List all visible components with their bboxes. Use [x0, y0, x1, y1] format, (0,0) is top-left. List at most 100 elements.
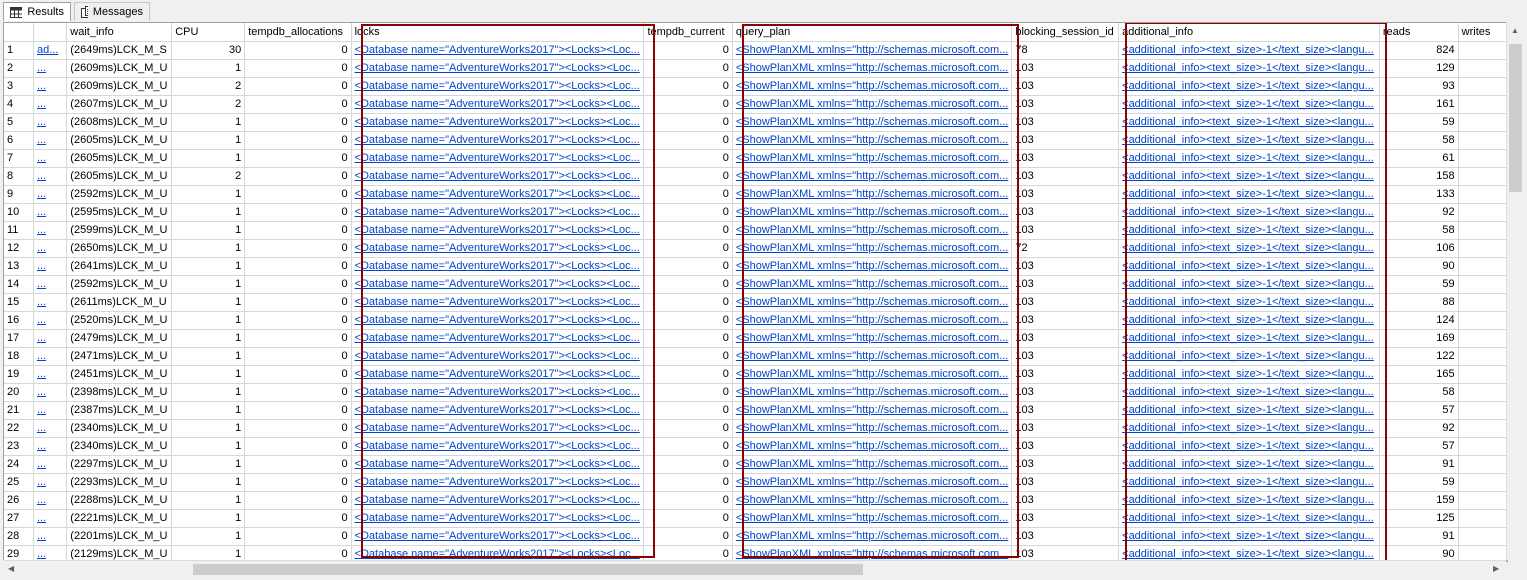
additional-info-link[interactable]: <additional_info><text_size>-1</text_siz…: [1122, 314, 1374, 326]
additional-info-link[interactable]: <additional_info><text_size>-1</text_siz…: [1122, 44, 1374, 56]
cpu-cell[interactable]: 1: [171, 131, 246, 150]
locks-link[interactable]: <Database name="AdventureWorks2017"><Loc…: [355, 62, 640, 74]
table-row[interactable]: 25... (2293ms)LCK_M_U 1 0 <Database name="Ad…: [4, 473, 1507, 492]
table-row[interactable]: 1 ad... (2649ms)LCK_M_S 30 0 <Database name="…: [4, 41, 1507, 60]
tempdb-current-cell[interactable]: 0: [643, 149, 733, 168]
locks-link[interactable]: <Database name="AdventureWorks2017"><Loc…: [355, 512, 640, 524]
tempdb-allocations-cell[interactable]: 0: [244, 401, 352, 420]
sql-text-link[interactable]: ...: [37, 314, 46, 326]
blocking-session-id-header[interactable]: blocking_session_id: [1011, 23, 1120, 42]
table-row[interactable]: 28... (2201ms)LCK_M_U 1 0 <Database name="Ad…: [4, 527, 1507, 546]
tempdb-allocations-cell[interactable]: 0: [244, 185, 352, 204]
tab-messages[interactable]: Messages: [74, 2, 150, 21]
additional-info-link[interactable]: <additional_info><text_size>-1</text_siz…: [1122, 458, 1374, 470]
additional-info-cell[interactable]: <additional_info><text_size>-1</text_siz…: [1118, 149, 1380, 168]
additional-info-link[interactable]: <additional_info><text_size>-1</text_siz…: [1122, 368, 1374, 380]
locks-link[interactable]: <Database name="AdventureWorks2017"><Loc…: [355, 98, 640, 110]
blocking-session-id-cell[interactable]: 103: [1011, 509, 1120, 528]
table-row[interactable]: 22... (2340ms)LCK_M_U 1 0 <Database name="Ad…: [4, 419, 1507, 438]
tempdb-current-cell[interactable]: 0: [643, 437, 733, 456]
locks-cell[interactable]: <Database name="AdventureWorks2017"><Loc…: [351, 167, 645, 186]
wait-info-cell[interactable]: (2611ms)LCK_M_U: [66, 293, 173, 312]
additional-info-link[interactable]: <additional_info><text_size>-1</text_siz…: [1122, 512, 1374, 524]
additional-info-link[interactable]: <additional_info><text_size>-1</text_siz…: [1122, 350, 1374, 362]
writes-cell[interactable]: [1458, 491, 1507, 510]
table-row[interactable]: 13... (2641ms)LCK_M_U 1 0 <Database name="Ad…: [4, 257, 1507, 276]
additional-info-link[interactable]: <additional_info><text_size>-1</text_siz…: [1122, 440, 1374, 452]
row-number-cell[interactable]: 22: [4, 419, 34, 438]
additional-info-cell[interactable]: <additional_info><text_size>-1</text_siz…: [1118, 455, 1380, 474]
locks-link[interactable]: <Database name="AdventureWorks2017"><Loc…: [355, 494, 640, 506]
sql-text-cell[interactable]: ...: [33, 383, 68, 402]
sql-text-link[interactable]: ...: [37, 260, 46, 272]
table-row[interactable]: 19... (2451ms)LCK_M_U 1 0 <Database name="Ad…: [4, 365, 1507, 384]
query-plan-cell[interactable]: <ShowPlanXML xmlns="http://schemas.micro…: [732, 329, 1013, 348]
reads-cell[interactable]: 169: [1379, 329, 1459, 348]
reads-cell[interactable]: 61: [1379, 149, 1459, 168]
sql-text-cell[interactable]: ...: [33, 149, 68, 168]
locks-cell[interactable]: <Database name="AdventureWorks2017"><Loc…: [351, 455, 645, 474]
query-plan-cell[interactable]: <ShowPlanXML xmlns="http://schemas.micro…: [732, 311, 1013, 330]
row-number-header[interactable]: [4, 23, 34, 42]
row-number-cell[interactable]: 12: [4, 239, 34, 258]
row-number-cell[interactable]: 19: [4, 365, 34, 384]
locks-cell[interactable]: <Database name="AdventureWorks2017"><Loc…: [351, 509, 645, 528]
tempdb-current-cell[interactable]: 0: [643, 95, 733, 114]
locks-link[interactable]: <Database name="AdventureWorks2017"><Loc…: [355, 422, 640, 434]
additional-info-link[interactable]: <additional_info><text_size>-1</text_siz…: [1122, 260, 1374, 272]
row-number-cell[interactable]: 4: [4, 95, 34, 114]
additional-info-cell[interactable]: <additional_info><text_size>-1</text_siz…: [1118, 257, 1380, 276]
additional-info-link[interactable]: <additional_info><text_size>-1</text_siz…: [1122, 188, 1374, 200]
locks-cell[interactable]: <Database name="AdventureWorks2017"><Loc…: [351, 221, 645, 240]
additional-info-cell[interactable]: <additional_info><text_size>-1</text_siz…: [1118, 347, 1380, 366]
reads-cell[interactable]: 92: [1379, 203, 1459, 222]
tempdb-allocations-cell[interactable]: 0: [244, 473, 352, 492]
locks-cell[interactable]: <Database name="AdventureWorks2017"><Loc…: [351, 113, 645, 132]
sql-text-cell[interactable]: ...: [33, 239, 68, 258]
table-row[interactable]: 9... (2592ms)LCK_M_U 1 0 <Database name="Adv…: [4, 185, 1507, 204]
locks-link[interactable]: <Database name="AdventureWorks2017"><Loc…: [355, 386, 640, 398]
locks-cell[interactable]: <Database name="AdventureWorks2017"><Loc…: [351, 185, 645, 204]
cpu-cell[interactable]: 1: [171, 383, 246, 402]
tempdb-current-cell[interactable]: 0: [643, 41, 733, 60]
tempdb-allocations-cell[interactable]: 0: [244, 275, 352, 294]
blocking-session-id-cell[interactable]: 103: [1011, 293, 1120, 312]
wait-info-cell[interactable]: (2649ms)LCK_M_S: [66, 41, 173, 60]
reads-cell[interactable]: 59: [1379, 113, 1459, 132]
reads-cell[interactable]: 161: [1379, 95, 1459, 114]
writes-cell[interactable]: [1458, 509, 1507, 528]
query-plan-cell[interactable]: <ShowPlanXML xmlns="http://schemas.micro…: [732, 41, 1013, 60]
tempdb-current-cell[interactable]: 0: [643, 491, 733, 510]
row-number-cell[interactable]: 23: [4, 437, 34, 456]
query-plan-cell[interactable]: <ShowPlanXML xmlns="http://schemas.micro…: [732, 527, 1013, 546]
sql-text-link[interactable]: ...: [37, 530, 46, 542]
query-plan-cell[interactable]: <ShowPlanXML xmlns="http://schemas.micro…: [732, 95, 1013, 114]
writes-cell[interactable]: [1458, 113, 1507, 132]
cpu-cell[interactable]: 1: [171, 437, 246, 456]
cpu-cell[interactable]: 1: [171, 59, 246, 78]
sql-text-link[interactable]: ...: [37, 440, 46, 452]
locks-link[interactable]: <Database name="AdventureWorks2017"><Loc…: [355, 206, 640, 218]
reads-cell[interactable]: 159: [1379, 491, 1459, 510]
locks-cell[interactable]: <Database name="AdventureWorks2017"><Loc…: [351, 257, 645, 276]
reads-cell[interactable]: 57: [1379, 401, 1459, 420]
sql-text-link[interactable]: ...: [37, 350, 46, 362]
tempdb-allocations-cell[interactable]: 0: [244, 203, 352, 222]
cpu-cell[interactable]: 1: [171, 527, 246, 546]
table-row[interactable]: 23... (2340ms)LCK_M_U 1 0 <Database name="Ad…: [4, 437, 1507, 456]
sql-text-link[interactable]: ...: [37, 152, 46, 164]
query-plan-link[interactable]: <ShowPlanXML xmlns="http://schemas.micro…: [736, 62, 1009, 74]
additional-info-link[interactable]: <additional_info><text_size>-1</text_siz…: [1122, 116, 1374, 128]
query-plan-link[interactable]: <ShowPlanXML xmlns="http://schemas.micro…: [736, 242, 1009, 254]
query-plan-header[interactable]: query_plan: [732, 23, 1013, 42]
tempdb-allocations-cell[interactable]: 0: [244, 239, 352, 258]
cpu-cell[interactable]: 1: [171, 329, 246, 348]
tempdb-allocations-cell[interactable]: 0: [244, 527, 352, 546]
writes-cell[interactable]: [1458, 41, 1507, 60]
wait-info-cell[interactable]: (2595ms)LCK_M_U: [66, 203, 173, 222]
additional-info-cell[interactable]: <additional_info><text_size>-1</text_siz…: [1118, 329, 1380, 348]
sql-text-cell[interactable]: ...: [33, 509, 68, 528]
scroll-left-icon[interactable]: ◀: [8, 564, 14, 573]
tempdb-allocations-header[interactable]: tempdb_allocations: [244, 23, 352, 42]
reads-cell[interactable]: 91: [1379, 527, 1459, 546]
